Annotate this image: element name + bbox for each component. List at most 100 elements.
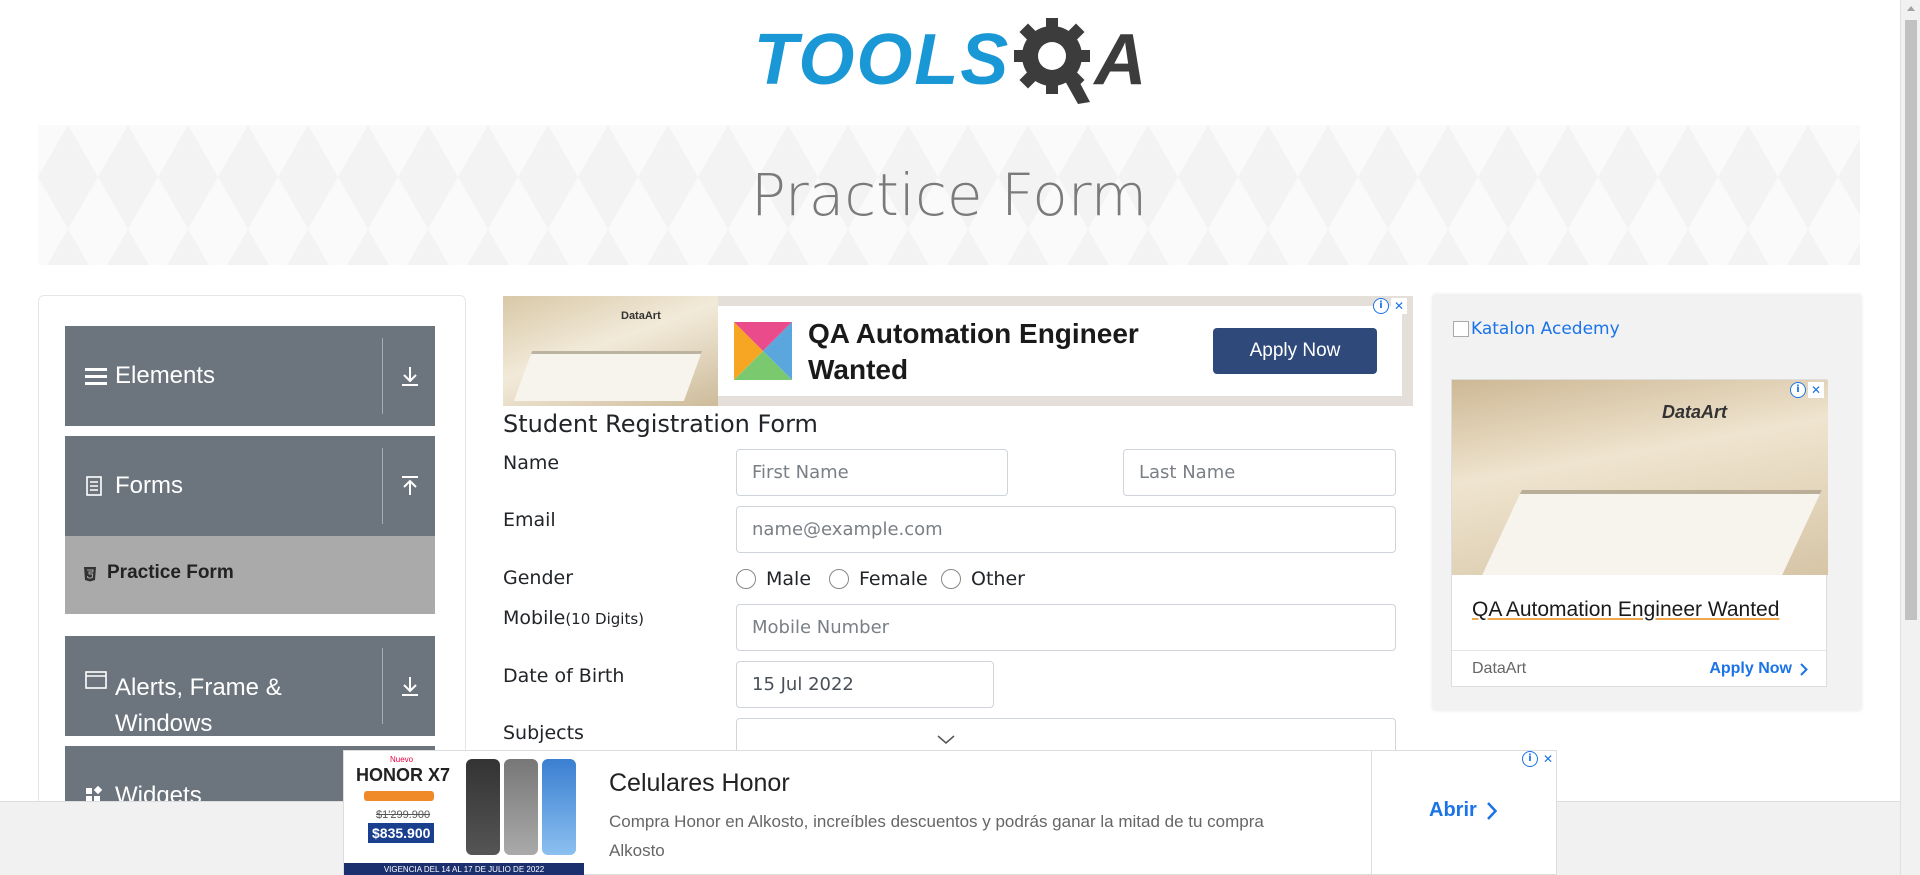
ad-headline[interactable]: QA Automation Engineer Wanted (1472, 598, 1779, 622)
name-label: Name (503, 452, 560, 474)
radio-button[interactable] (829, 569, 849, 589)
ad-info-icon[interactable]: i (1790, 382, 1806, 398)
ad-card: QA Automation Engineer Wanted Apply Now (718, 306, 1402, 396)
divider (1371, 751, 1372, 875)
broken-image-icon (1453, 321, 1469, 337)
ad-info-icon[interactable]: i (1373, 298, 1389, 314)
ad-headline: QA Automation Engineer Wanted (808, 318, 1139, 385)
ad-choices[interactable]: i ✕ (1373, 298, 1407, 314)
divider (382, 448, 383, 524)
honor-old-price: $1'299.900 (376, 809, 431, 821)
honor-price: $835.900 (368, 823, 435, 843)
hamburger-icon (85, 368, 107, 385)
radio-label: Female (859, 568, 928, 590)
subjects-label: Subjects (503, 722, 584, 744)
gender-radio-female[interactable]: Female (829, 568, 928, 590)
header: TOOLS A (0, 0, 1900, 120)
radio-button[interactable] (736, 569, 756, 589)
logo-text-tools: TOOLS (753, 20, 1011, 100)
radio-label: Other (971, 568, 1025, 590)
chevron-right-icon (1486, 801, 1497, 820)
right-ad[interactable]: Katalon Acedemy DataArt i ✕ QA Automatio… (1433, 295, 1861, 710)
chevron-right-icon (1800, 662, 1808, 676)
honor-new-label: Nuevo (390, 755, 414, 764)
ad-office-image: DataArt (1452, 380, 1828, 575)
date-of-birth-input[interactable] (736, 661, 994, 708)
gear-q-icon (1014, 18, 1091, 104)
ad-close-icon[interactable]: ✕ (1808, 382, 1824, 398)
ad-description-text: Compra Honor en Alkosto, increíbles desc… (609, 812, 1264, 831)
dataart-logo-icon (734, 322, 792, 380)
mobile-input[interactable] (736, 604, 1396, 651)
gender-label: Gender (503, 567, 574, 589)
document-icon (86, 476, 102, 496)
gender-radio-other[interactable]: Other (941, 568, 1025, 590)
ad-image-desk (513, 351, 703, 401)
radio-label: Male (766, 568, 812, 590)
phones-image (466, 759, 576, 855)
phone-black (466, 759, 500, 855)
ad-footer: DataArt Apply Now (1452, 650, 1828, 688)
ad-choices[interactable]: i ✕ (1790, 382, 1824, 398)
mobile-label: Mobile(10 Digits) (503, 607, 644, 629)
honor-tag (364, 791, 434, 801)
dob-label: Date of Birth (503, 665, 625, 687)
divider (382, 338, 383, 414)
divider (382, 648, 383, 724)
apply-now-link[interactable]: Apply Now (1709, 660, 1808, 678)
ad-headline[interactable]: Celulares Honor (609, 769, 790, 798)
email-label: Email (503, 509, 556, 531)
email-input[interactable] (736, 506, 1396, 553)
ad-advertiser: DataArt (1472, 660, 1527, 677)
bottom-ad[interactable]: Nuevo HONOR X7 $1'299.900 $835.900 VIGEN… (343, 750, 1557, 875)
phone-blue (542, 759, 576, 855)
ad-close-icon[interactable]: ✕ (1540, 751, 1556, 767)
sidebar-group-alerts[interactable]: Alerts, Frame & Windows (65, 636, 435, 737)
sidebar-group-label: Elements (115, 362, 216, 389)
abrir-button[interactable]: Abrir (1429, 799, 1497, 822)
download-arrow-icon (402, 677, 418, 696)
first-name-input[interactable] (736, 449, 1008, 496)
toolsqa-logo[interactable]: TOOLS A (753, 14, 1146, 106)
radio-button[interactable] (941, 569, 961, 589)
broken-image-alt: Katalon Acedemy (1471, 319, 1620, 339)
abrir-label: Abrir (1429, 799, 1477, 821)
logo-text-qa: A (1010, 14, 1146, 106)
mobile-hint: (10 Digits) (565, 610, 644, 628)
ad-advertiser: Alkosto (609, 841, 665, 860)
ad-info-icon[interactable]: i (1522, 751, 1538, 767)
ad-choices[interactable]: i ✕ (1522, 751, 1556, 767)
honor-ad-image: Nuevo HONOR X7 $1'299.900 $835.900 VIGEN… (344, 751, 584, 875)
scroll-up-arrow-icon[interactable] (1907, 6, 1915, 11)
apply-now-label: Apply Now (1709, 660, 1792, 677)
logo-text-a: A (1094, 20, 1147, 100)
ad-right-card[interactable]: DataArt i ✕ QA Automation Engineer Wante… (1451, 379, 1828, 688)
chevron-down-icon (937, 735, 955, 744)
top-ad-banner[interactable]: DataArt QA Automation Engineer Wanted Ap… (503, 296, 1413, 406)
sidebar-group-elements[interactable]: Elements (65, 326, 435, 426)
phone-silver (504, 759, 538, 855)
window-icon (85, 671, 107, 689)
ad-image-brand: DataArt (1662, 402, 1728, 422)
mobile-label-text: Mobile (503, 607, 566, 629)
apply-now-button[interactable]: Apply Now (1213, 328, 1377, 374)
sidebar-group-forms[interactable]: Forms (65, 436, 435, 536)
form-title: Student Registration Form (503, 410, 818, 438)
sidebar-group-label: Alerts, Frame & (115, 674, 282, 701)
sidebar-item-practice-form[interactable]: Practice Form (65, 536, 435, 614)
scrollbar-thumb[interactable] (1905, 20, 1917, 620)
ad-close-icon[interactable]: ✕ (1391, 298, 1407, 314)
page-title: Practice Form (750, 161, 1148, 229)
gender-radio-male[interactable]: Male (736, 568, 811, 590)
ad-image-brand: DataArt (621, 310, 661, 322)
last-name-input[interactable] (1123, 449, 1396, 496)
honor-image-card: Nuevo HONOR X7 $1'299.900 $835.900 (344, 751, 584, 863)
html5-icon (84, 567, 96, 582)
katalon-academy-image-link[interactable]: Katalon Acedemy (1453, 319, 1620, 339)
sidebar-item-label: Practice Form (107, 562, 234, 583)
sidebar-group-label-line2: Windows (115, 710, 213, 737)
page-banner: Practice Form (38, 125, 1860, 265)
download-arrow-icon (402, 367, 418, 386)
page-scrollbar[interactable] (1900, 0, 1920, 875)
ad-office-image: DataArt (503, 296, 718, 406)
